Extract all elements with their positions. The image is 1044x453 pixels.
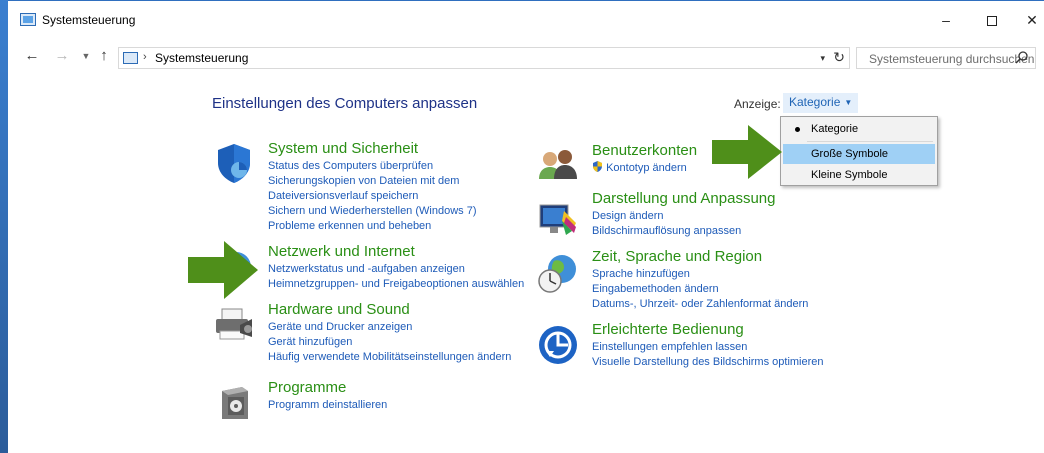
shield-icon[interactable] — [212, 141, 256, 185]
control-panel-window: Systemsteuerung – ✕ ← → ▼ ↑ › Systemsteu… — [8, 0, 1044, 453]
category-title[interactable]: Darstellung und Anpassung — [592, 190, 775, 207]
recent-locations-button[interactable]: ▼ — [76, 51, 96, 61]
category-link[interactable]: Visuelle Darstellung des Bildschirms opt… — [592, 355, 824, 370]
category-link[interactable]: Datums-, Uhrzeit- oder Zahlenformat ände… — [592, 297, 808, 312]
uac-shield-icon — [593, 161, 602, 172]
category-link-label: Kontotyp ändern — [606, 162, 687, 174]
annotation-arrow-icon — [188, 241, 258, 299]
monitor-paint-icon[interactable] — [536, 197, 580, 241]
category-ease-of-access: Erleichterte Bedienung Einstellungen emp… — [592, 321, 824, 370]
users-icon[interactable] — [536, 143, 580, 187]
category-system-security: System und Sicherheit Status des Compute… — [268, 140, 476, 234]
search-placeholder: Systemsteuerung durchsuchen — [869, 52, 1035, 66]
search-input[interactable]: Systemsteuerung durchsuchen — [856, 47, 1036, 69]
category-link[interactable]: Netzwerkstatus und -aufgaben anzeigen — [268, 262, 524, 277]
category-title[interactable]: System und Sicherheit — [268, 140, 476, 157]
address-dropdown-button[interactable]: ▾ — [820, 53, 825, 64]
window-title: Systemsteuerung — [42, 13, 136, 27]
menu-item-label: Große Symbole — [811, 148, 889, 160]
navigation-bar: ← → ▼ ↑ › Systemsteuerung ▾ ↻ Systemsteu… — [8, 43, 1044, 71]
ease-of-access-icon[interactable] — [536, 323, 580, 367]
back-button[interactable]: ← — [22, 47, 42, 64]
category-appearance: Darstellung und Anpassung Design ändern … — [592, 190, 775, 239]
maximize-button[interactable] — [972, 9, 1012, 31]
category-link[interactable]: Probleme erkennen und beheben — [268, 219, 476, 234]
title-bar: Systemsteuerung – ✕ — [8, 1, 1044, 39]
category-link[interactable]: Sprache hinzufügen — [592, 267, 808, 282]
category-link[interactable]: Heimnetzgruppen- und Freigabeoptionen au… — [268, 277, 524, 292]
menu-separator — [807, 141, 933, 142]
page-title: Einstellungen des Computers anpassen — [212, 95, 478, 112]
menu-item-label: Kleine Symbole — [811, 169, 888, 181]
chevron-down-icon: ▼ — [844, 98, 853, 107]
programs-box-icon[interactable] — [214, 379, 258, 423]
category-title[interactable]: Zeit, Sprache und Region — [592, 248, 808, 265]
menu-item-category[interactable]: Kategorie — [783, 119, 935, 139]
category-hardware-sound: Hardware und Sound Geräte und Drucker an… — [268, 301, 511, 365]
category-link[interactable]: Dateiversionsverlauf speichern — [268, 189, 476, 204]
category-network-internet: Netzwerk und Internet Netzwerkstatus und… — [268, 243, 524, 292]
menu-item-label: Kategorie — [811, 123, 859, 135]
view-selector-value: Kategorie — [789, 95, 841, 109]
category-link[interactable]: Eingabemethoden ändern — [592, 282, 808, 297]
category-link[interactable]: Design ändern — [592, 209, 775, 224]
control-panel-small-icon — [123, 52, 138, 64]
category-title[interactable]: Hardware und Sound — [268, 301, 511, 318]
category-link[interactable]: Bildschirmauflösung anpassen — [592, 224, 775, 239]
address-bar[interactable]: › Systemsteuerung ▾ ↻ — [118, 47, 850, 69]
refresh-button[interactable]: ↻ — [833, 49, 845, 66]
annotation-arrow-icon — [712, 125, 782, 179]
search-icon[interactable] — [1015, 50, 1029, 64]
close-button[interactable]: ✕ — [1012, 9, 1044, 31]
category-title[interactable]: Programme — [268, 379, 387, 396]
view-menu: Kategorie Große Symbole Kleine Symbole — [780, 116, 938, 186]
category-time-language-region: Zeit, Sprache und Region Sprache hinzufü… — [592, 248, 808, 312]
category-title[interactable]: Erleichterte Bedienung — [592, 321, 824, 338]
category-link[interactable]: Gerät hinzufügen — [268, 335, 511, 350]
category-link[interactable]: Programm deinstallieren — [268, 398, 387, 413]
forward-button[interactable]: → — [52, 47, 72, 64]
category-link[interactable]: Kontotyp ändern — [592, 161, 697, 176]
breadcrumb-separator[interactable]: › — [143, 51, 147, 63]
category-link[interactable]: Sicherungskopien von Dateien mit dem — [268, 174, 476, 189]
category-programs: Programme Programm deinstallieren — [268, 379, 387, 413]
maximize-icon — [987, 16, 997, 27]
breadcrumb[interactable]: Systemsteuerung — [155, 51, 248, 65]
desktop-edge — [0, 0, 8, 453]
category-link[interactable]: Geräte und Drucker anzeigen — [268, 320, 511, 335]
category-title[interactable]: Netzwerk und Internet — [268, 243, 524, 260]
menu-item-large-icons[interactable]: Große Symbole — [783, 144, 935, 164]
globe-clock-icon[interactable] — [536, 251, 580, 295]
up-button[interactable]: ↑ — [94, 47, 114, 64]
category-link[interactable]: Sichern und Wiederherstellen (Windows 7) — [268, 204, 476, 219]
menu-item-small-icons[interactable]: Kleine Symbole — [783, 165, 935, 185]
category-link[interactable]: Häufig verwendete Mobilitätseinstellunge… — [268, 350, 511, 365]
category-link[interactable]: Einstellungen empfehlen lassen — [592, 340, 824, 355]
view-selector[interactable]: Kategorie ▼ — [783, 93, 859, 113]
control-panel-icon — [20, 13, 36, 26]
category-title[interactable]: Benutzerkonten — [592, 142, 697, 159]
category-link[interactable]: Status des Computers überprüfen — [268, 159, 476, 174]
view-label: Anzeige: — [734, 97, 781, 111]
category-user-accounts: Benutzerkonten Kontotyp ändern — [592, 142, 697, 176]
selected-bullet-icon — [795, 127, 800, 132]
printer-icon[interactable] — [212, 303, 256, 347]
minimize-button[interactable]: – — [926, 9, 966, 31]
